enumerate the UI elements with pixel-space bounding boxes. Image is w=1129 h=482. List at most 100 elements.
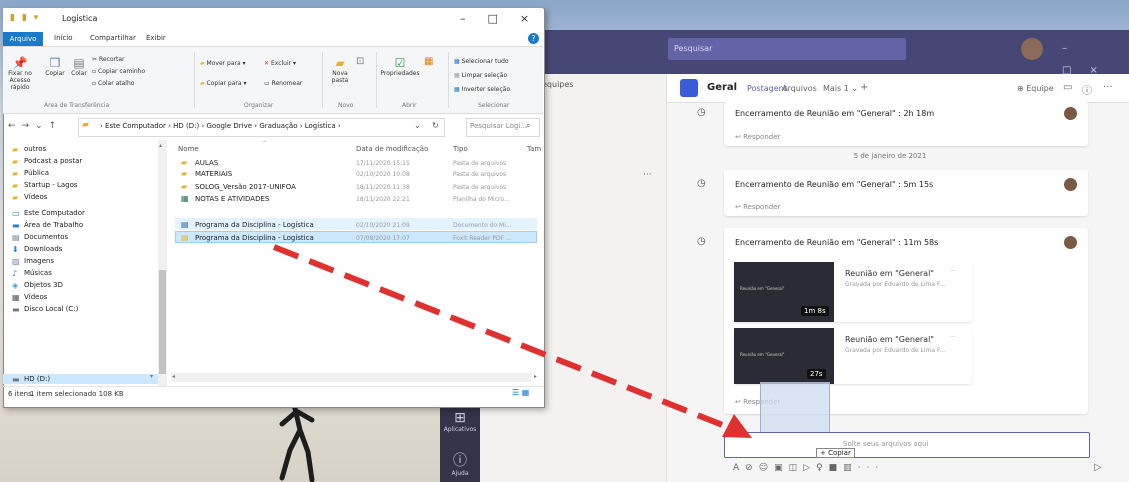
tab-view[interactable]: Exibir [146, 34, 166, 42]
file-row[interactable]: ▰ AULAS 17/11/2020 15:15 Pasta de arquivos [175, 158, 537, 169]
column-header-name[interactable]: Nome [178, 145, 199, 153]
scroll-left-icon[interactable]: ◂ [172, 373, 175, 380]
tab-file[interactable]: Arquivo [3, 32, 43, 46]
tab-home[interactable]: Início [54, 34, 73, 42]
back-icon[interactable]: ← [8, 121, 22, 131]
properties-button[interactable]: ☑ Propriedades [380, 56, 420, 77]
details-view-icon[interactable]: ☰ [512, 388, 519, 397]
scrollbar-thumb[interactable] [159, 270, 166, 374]
view-toggle[interactable]: ☰ ▦ [512, 388, 529, 397]
sidebar-item[interactable]: Podcast a postar [24, 157, 82, 165]
breadcrumb-item[interactable]: Este Computador [105, 122, 166, 130]
refresh-icon[interactable]: ↻ [432, 121, 439, 130]
team-button[interactable]: ⊕ Equipe [1017, 84, 1054, 93]
file-row[interactable]: ▤ Programa da Disciplina - Logística 07/08… [175, 233, 537, 244]
recent-icon[interactable]: ⌄ [35, 121, 49, 131]
minimize-icon[interactable]: – [460, 12, 488, 25]
stream-icon[interactable]: ▥ [843, 463, 858, 473]
forward-icon[interactable]: → [22, 121, 36, 131]
breadcrumb-item[interactable]: Graduação [259, 122, 297, 130]
teams-list-row[interactable]: equipes [542, 80, 573, 89]
up-icon[interactable]: ↑ [49, 121, 63, 131]
format-icon[interactable]: A [733, 463, 745, 473]
sidebar-item[interactable]: outros [24, 145, 46, 153]
file-row[interactable]: ▤ Programa da Disciplina - Logística 02/10… [175, 220, 537, 231]
copy-path-button[interactable]: ▫ Copiar caminho [92, 68, 145, 75]
pin-button[interactable]: 📌 Fixar no Acesso rápido [8, 56, 32, 91]
maximize-icon[interactable]: □ [488, 12, 520, 25]
video-icon[interactable]: ■ [829, 463, 844, 473]
scroll-right-icon[interactable]: ▸ [534, 373, 537, 380]
move-to-button[interactable]: ▰ Mover para ▾ [200, 60, 246, 67]
breadcrumb-item[interactable]: Google Drive [206, 122, 252, 130]
more-options-icon[interactable]: ··· [950, 334, 956, 341]
info-icon[interactable]: ⓘ [1082, 82, 1092, 97]
praise-icon[interactable]: ♀ [816, 463, 829, 473]
sidebar-item[interactable]: Downloads [24, 245, 62, 253]
column-header-date[interactable]: Data de modificação [356, 145, 428, 153]
meet-icon[interactable]: ▷ [803, 463, 816, 473]
sidebar-item[interactable]: Objetos 3D [24, 281, 63, 289]
add-tab-icon[interactable]: + [860, 82, 868, 93]
window-controls[interactable]: –□× [460, 12, 551, 25]
close-icon[interactable]: × [520, 12, 551, 25]
paste-button[interactable]: ▤ Colar [68, 56, 90, 77]
rail-item-apps[interactable]: ⊞ Aplicativos [440, 410, 480, 433]
cut-button[interactable]: ✂ Recortar [92, 56, 124, 63]
emoji-icon[interactable]: ☺ [759, 463, 774, 473]
paste-shortcut-button[interactable]: ▫ Colar atalho [92, 80, 134, 87]
sidebar-item[interactable]: Este Computador [24, 209, 85, 217]
breadcrumb[interactable]: › Este Computador › HD (D:) › Google Dri… [100, 122, 341, 130]
file-row[interactable]: ▰ MATERIAIS 02/10/2020 10:08 Pasta de arqui… [175, 169, 537, 180]
horizontal-scrollbar[interactable] [171, 373, 531, 382]
rail-item-help[interactable]: ⓘ Ajuda [440, 450, 480, 477]
quick-access-toolbar[interactable]: ▮ ▮ ▾ [10, 13, 40, 23]
reply-button[interactable]: ↩ Responder [735, 133, 780, 141]
invert-selection-button[interactable]: ▦ Inverter seleção [454, 86, 510, 93]
sidebar-item[interactable]: Startup - Lagos [24, 181, 78, 189]
sidebar-item[interactable]: Vídeos [24, 293, 47, 301]
breadcrumb-item[interactable]: Logística [305, 122, 336, 130]
tab-more[interactable]: Mais 1 ⌄ [823, 84, 858, 93]
sidebar-item[interactable]: Vídeos [24, 193, 47, 201]
sidebar-item[interactable]: Imagens [24, 257, 54, 265]
teams-search-input[interactable]: Pesquisar [668, 38, 906, 60]
sidebar-item[interactable]: Documentos [24, 233, 68, 241]
column-header-type[interactable]: Tipo [453, 145, 468, 153]
tiles-view-icon[interactable]: ▦ [522, 388, 530, 397]
compose-toolbar[interactable]: A⊘☺▣◫▷♀■▥··· [733, 463, 884, 473]
more-options-icon[interactable]: ··· [1103, 82, 1113, 93]
new-folder-button[interactable]: ▰ Nova pasta [328, 56, 352, 84]
help-icon[interactable]: ? [528, 33, 539, 44]
more-options-icon[interactable]: ··· [643, 170, 652, 180]
user-avatar[interactable] [1021, 38, 1043, 60]
sticker-icon[interactable]: ◫ [789, 463, 804, 473]
chevron-down-icon[interactable]: ⌄ [414, 121, 421, 130]
sidebar-item[interactable]: Disco Local (C:) [24, 305, 78, 313]
breadcrumb-item[interactable]: HD (D:) [173, 122, 199, 130]
tab-files[interactable]: Arquivos [782, 84, 817, 93]
scroll-down-icon[interactable]: ▾ [150, 373, 153, 380]
send-icon[interactable]: ▷ [1094, 462, 1102, 473]
open-icon[interactable]: ▦ [424, 56, 433, 67]
delete-button[interactable]: ✕ Excluir ▾ [264, 60, 296, 67]
navigation-buttons[interactable]: ←→⌄↑ [8, 121, 62, 131]
select-all-button[interactable]: ▦ Selecionar tudo [454, 58, 509, 65]
reply-button[interactable]: ↩ Responder [735, 203, 780, 211]
sidebar-item[interactable]: Pública [24, 169, 49, 177]
column-header-size[interactable]: Tam [527, 145, 541, 153]
clear-selection-button[interactable]: ▦ Limpar seleção [454, 72, 507, 79]
more-options-icon[interactable]: ··· [950, 268, 956, 275]
sidebar-item[interactable]: Área de Trabalho [24, 221, 83, 229]
tab-share[interactable]: Compartilhar [90, 34, 136, 42]
file-row[interactable]: ▦ NOTAS E ATIVIDADES 18/11/2020 22:21 Plani… [175, 194, 537, 205]
file-row[interactable]: ▰ SOLOG_Versão 2017-UNIFOA 18/11/2020 11:3… [175, 182, 537, 193]
meet-now-icon[interactable]: ▭ [1063, 82, 1072, 93]
attach-icon[interactable]: ⊘ [745, 463, 759, 473]
copy-to-button[interactable]: ▰ Copiar para ▾ [200, 80, 246, 87]
scroll-up-icon[interactable]: ▴ [159, 142, 162, 149]
sidebar-item[interactable]: Músicas [24, 269, 52, 277]
gif-icon[interactable]: ▣ [774, 463, 789, 473]
copy-button[interactable]: ❐ Copiar [44, 56, 66, 77]
sidebar-item[interactable]: HD (D:) [24, 375, 50, 383]
